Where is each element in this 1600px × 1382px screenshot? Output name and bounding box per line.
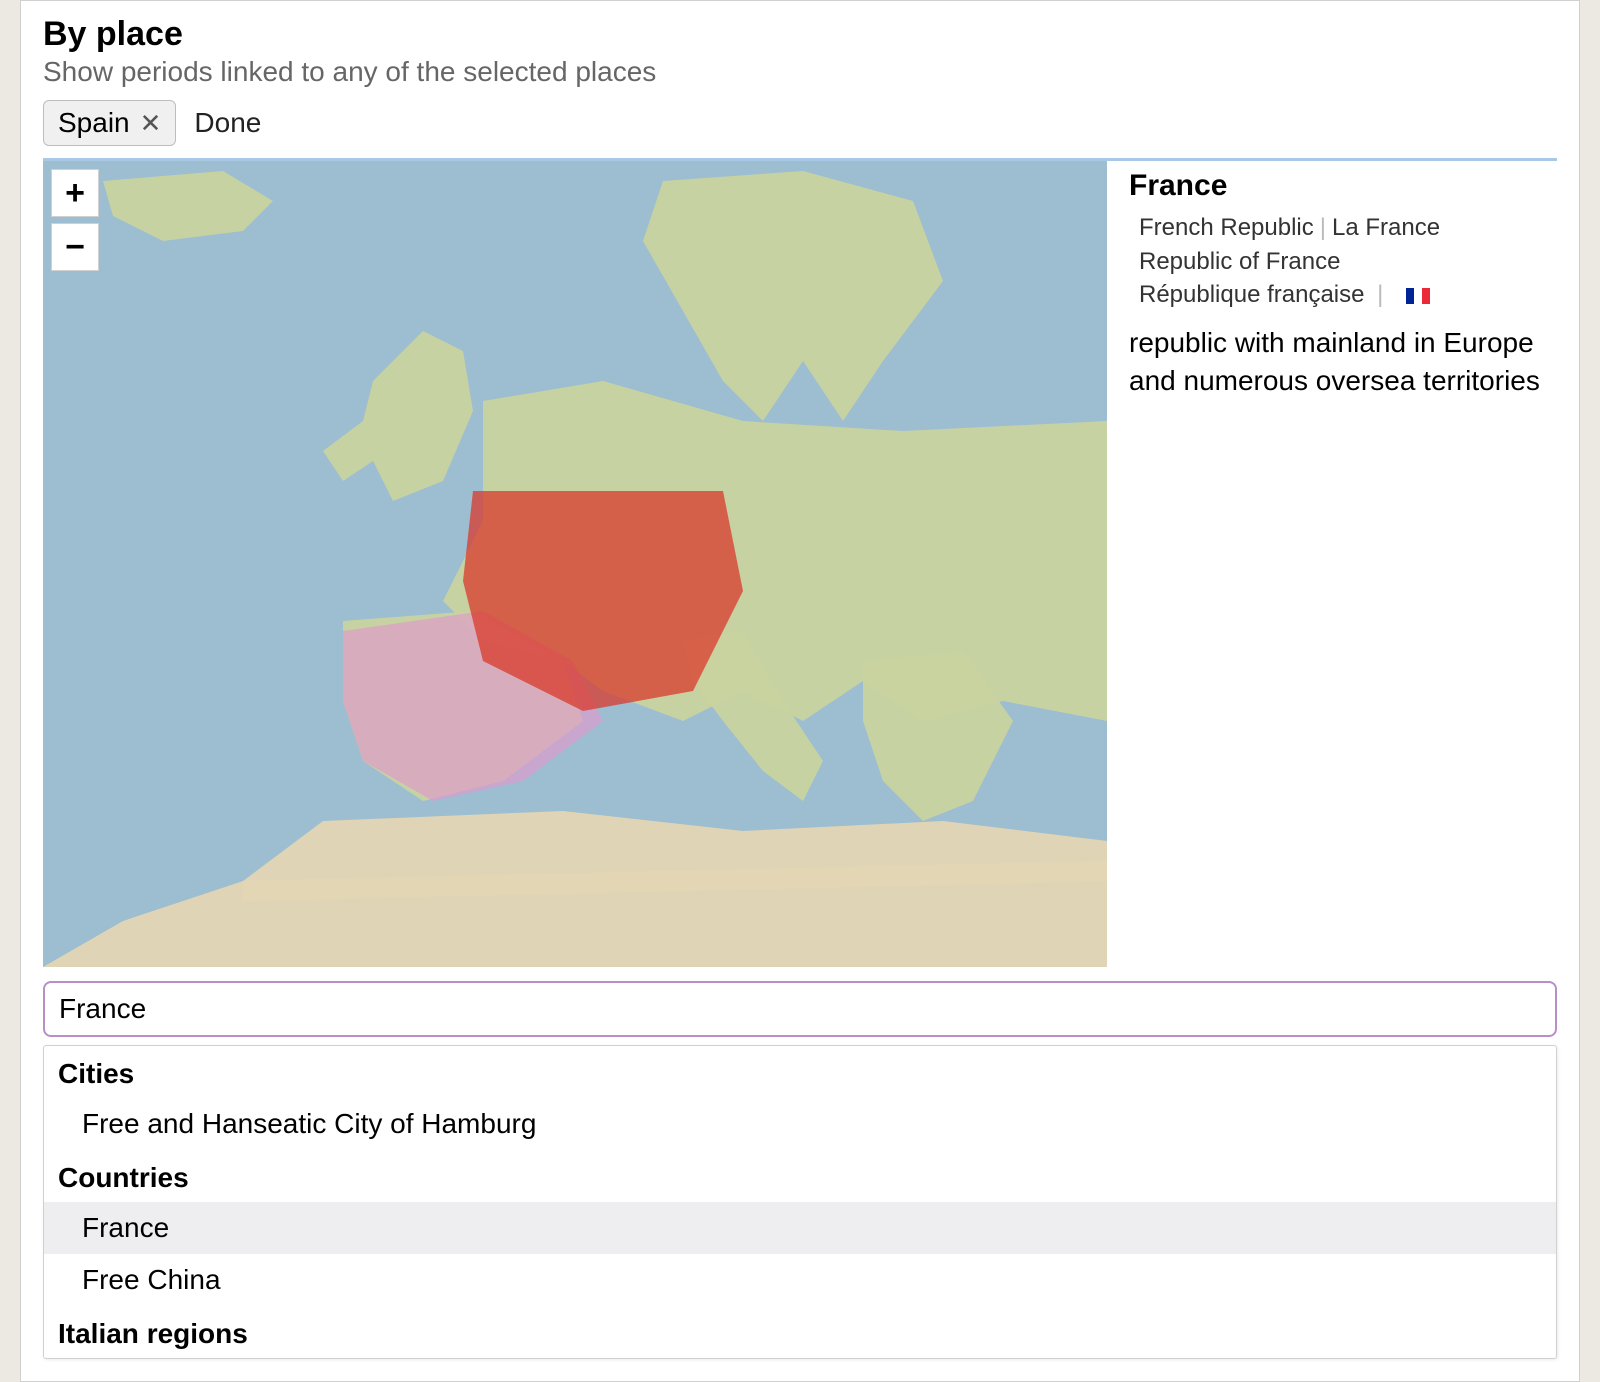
chip-label: Spain <box>58 107 130 139</box>
zoom-in-button[interactable]: + <box>51 169 99 217</box>
suggest-item-free-china[interactable]: Free China <box>44 1254 1556 1306</box>
place-detail: France French Republic|La France Republi… <box>1129 161 1557 967</box>
alias-separator: | <box>1320 214 1326 241</box>
panel-title: By place <box>43 15 1557 54</box>
france-flag-icon <box>1406 288 1430 304</box>
suggest-group-countries: Countries <box>44 1150 1556 1202</box>
place-search-input[interactable] <box>43 981 1557 1037</box>
close-icon[interactable]: ✕ <box>140 108 162 139</box>
selected-places-row: Spain ✕ Done <box>43 100 1557 146</box>
detail-title: France <box>1129 169 1557 203</box>
suggest-group-italian-regions: Italian regions <box>44 1306 1556 1358</box>
alias: République française <box>1139 281 1364 308</box>
suggest-item-france[interactable]: France <box>44 1202 1556 1254</box>
by-place-panel: By place Show periods linked to any of t… <box>20 0 1580 1382</box>
done-button[interactable]: Done <box>194 107 261 139</box>
zoom-out-button[interactable]: − <box>51 223 99 271</box>
alias: La France <box>1332 214 1440 241</box>
alias-separator: | <box>1377 281 1383 308</box>
map-viewport[interactable]: + − <box>43 161 1107 967</box>
detail-description: republic with mainland in Europe and num… <box>1129 324 1557 400</box>
alias: French Republic <box>1139 214 1314 241</box>
panel-subtitle: Show periods linked to any of the select… <box>43 56 1557 88</box>
suggest-group-cities: Cities <box>44 1046 1556 1098</box>
suggestions-panel: Cities Free and Hanseatic City of Hambur… <box>43 1045 1557 1359</box>
suggest-item-hamburg[interactable]: Free and Hanseatic City of Hamburg <box>44 1098 1556 1150</box>
alias: Republic of France <box>1139 248 1340 275</box>
place-chip-spain[interactable]: Spain ✕ <box>43 100 176 146</box>
detail-aliases: French Republic|La France Republic of Fr… <box>1129 211 1557 312</box>
map-svg <box>43 161 1107 967</box>
